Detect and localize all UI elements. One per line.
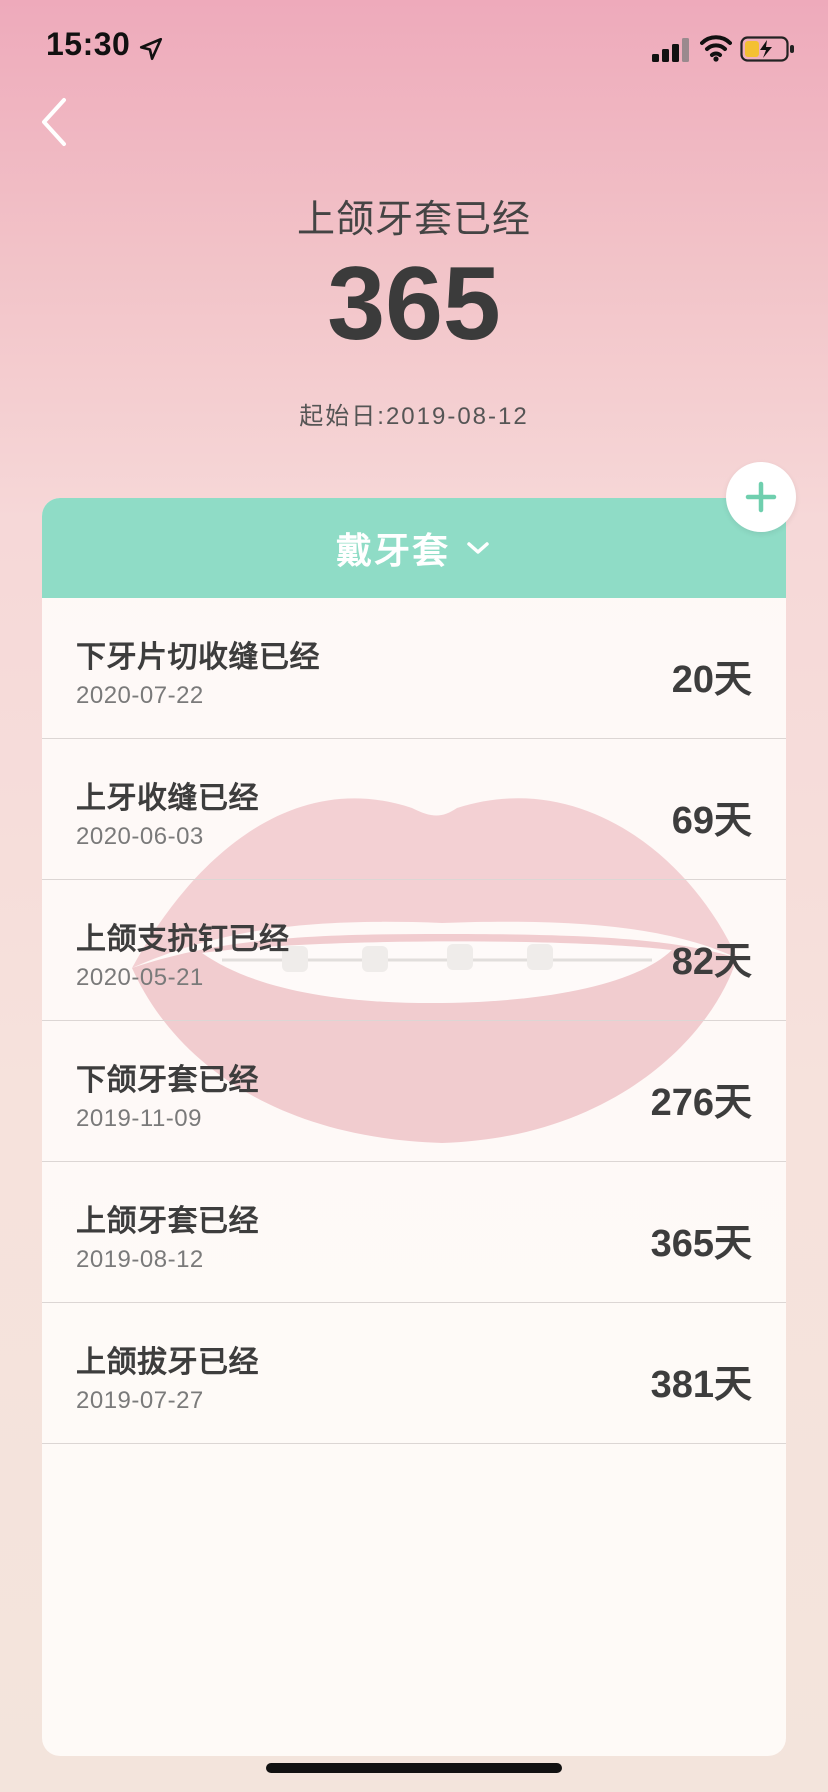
item-title: 上颌支抗钉已经	[76, 923, 290, 956]
day-count: 365	[327, 246, 501, 362]
item-date: 2020-07-22	[76, 682, 204, 709]
battery-charging-icon	[740, 36, 794, 62]
item-days: 82天	[671, 941, 752, 983]
page-title: 上颌牙套已经	[296, 199, 531, 241]
records-card: 戴牙套 下牙片切收缝已经 2020-07-22 20天 上牙收缝已经 2020-…	[42, 498, 786, 1756]
plus-icon	[745, 481, 777, 513]
item-days: 381天	[650, 1364, 752, 1406]
item-days: 365天	[650, 1223, 752, 1265]
item-date: 2019-11-09	[76, 1105, 202, 1132]
location-arrow-icon	[139, 37, 163, 61]
category-label: 戴牙套	[335, 530, 450, 571]
records-list: 下牙片切收缝已经 2020-07-22 20天 上牙收缝已经 2020-06-0…	[42, 598, 786, 1444]
item-title: 上颌拔牙已经	[76, 1346, 259, 1379]
item-date: 2020-06-03	[76, 823, 204, 850]
list-item[interactable]: 下牙片切收缝已经 2020-07-22 20天	[42, 598, 786, 739]
item-title: 下颌牙套已经	[76, 1064, 259, 1097]
item-date: 2020-05-21	[76, 964, 204, 991]
status-time: 15:30	[46, 26, 131, 62]
item-title: 上颌牙套已经	[76, 1205, 259, 1238]
start-date: 起始日:2019-08-12	[299, 403, 529, 430]
list-item[interactable]: 上牙收缝已经 2020-06-03 69天	[42, 739, 786, 880]
list-item[interactable]: 上颌拔牙已经 2019-07-27 381天	[42, 1303, 786, 1444]
list-item[interactable]: 下颌牙套已经 2019-11-09 276天	[42, 1021, 786, 1162]
back-button[interactable]	[34, 92, 82, 152]
item-days: 276天	[650, 1082, 752, 1124]
chevron-down-icon	[467, 542, 489, 554]
list-item[interactable]: 上颌支抗钉已经 2020-05-21 82天	[42, 880, 786, 1021]
item-title: 下牙片切收缝已经	[76, 641, 320, 674]
category-selector[interactable]: 戴牙套	[42, 498, 786, 598]
chevron-left-icon	[42, 98, 66, 146]
item-date: 2019-07-27	[76, 1387, 204, 1414]
status-bar: 15:30	[0, 0, 828, 96]
item-days: 69天	[671, 800, 752, 842]
home-indicator[interactable]	[266, 1763, 562, 1773]
item-days: 20天	[671, 659, 752, 701]
wifi-icon	[700, 35, 732, 62]
add-button[interactable]	[726, 462, 796, 532]
list-item[interactable]: 上颌牙套已经 2019-08-12 365天	[42, 1162, 786, 1303]
cellular-signal-icon	[652, 38, 689, 62]
item-date: 2019-08-12	[76, 1246, 204, 1273]
item-title: 上牙收缝已经	[76, 782, 259, 815]
